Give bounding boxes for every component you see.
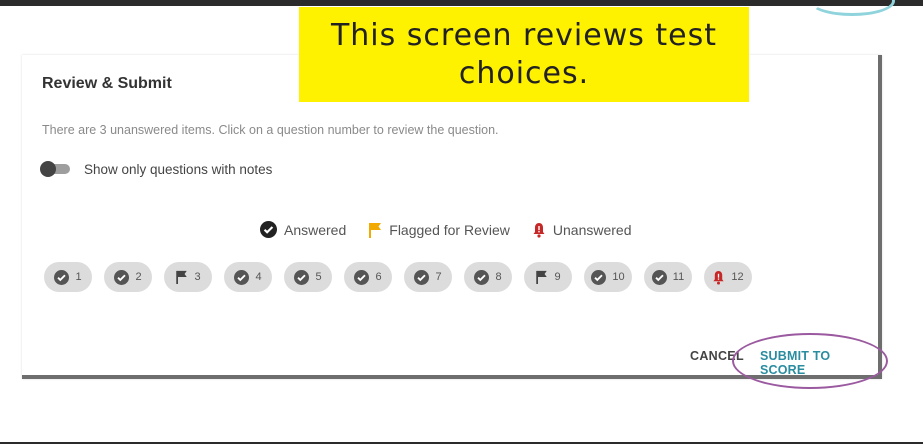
check-circle-icon (414, 269, 430, 285)
annotation-callout: This screen reviews test choices. (299, 7, 749, 102)
question-chip[interactable]: 2 (104, 262, 152, 292)
question-number: 1 (75, 271, 82, 283)
notes-toggle-label: Show only questions with notes (84, 161, 273, 177)
legend-flagged: Flagged for Review (368, 222, 510, 238)
question-number: 5 (315, 271, 322, 283)
question-number: 10 (612, 271, 625, 283)
check-circle-icon (474, 269, 490, 285)
legend-flagged-label: Flagged for Review (389, 221, 510, 238)
notes-filter-row: Show only questions with notes (40, 161, 272, 177)
question-number: 6 (375, 271, 382, 283)
question-chip[interactable]: 8 (464, 262, 512, 292)
alert-bell-icon (712, 270, 725, 285)
corner-decoration (809, 0, 895, 16)
question-chip[interactable]: 1 (44, 262, 92, 292)
top-divider (0, 0, 923, 6)
check-circle-icon (354, 269, 370, 285)
question-number: 4 (255, 271, 262, 283)
legend-answered-label: Answered (284, 221, 347, 238)
question-number: 12 (731, 271, 744, 283)
legend-unanswered-label: Unanswered (552, 221, 632, 238)
callout-line-1: This screen reviews test (330, 17, 718, 53)
check-circle-icon (234, 269, 250, 285)
question-chip[interactable]: 11 (644, 262, 692, 292)
question-chip[interactable]: 6 (344, 262, 392, 292)
check-circle-icon (114, 269, 130, 285)
question-chip[interactable]: 4 (224, 262, 272, 292)
legend-answered: Answered (260, 221, 346, 238)
question-chip[interactable]: 7 (404, 262, 452, 292)
question-number: 3 (194, 271, 201, 283)
question-chip[interactable]: 10 (584, 262, 632, 292)
legend-unanswered: Unanswered (532, 222, 632, 238)
question-chip[interactable]: 9 (524, 262, 572, 292)
check-circle-icon (54, 269, 70, 285)
question-chip[interactable]: 3 (164, 262, 212, 292)
notes-toggle-switch[interactable] (40, 161, 72, 177)
toggle-thumb (40, 161, 56, 177)
question-number: 9 (554, 271, 561, 283)
question-navigator: 1 2 3 4 5 6 7 8 9 10 11 12 (44, 262, 764, 292)
check-circle-icon (260, 221, 277, 238)
check-circle-icon (591, 269, 607, 285)
status-legend: Answered Flagged for Review Unanswered (260, 221, 654, 238)
check-circle-icon (294, 269, 310, 285)
question-number: 7 (435, 271, 442, 283)
flag-icon (368, 222, 382, 238)
review-submit-dialog: Review & Submit There are 3 unanswered i… (22, 55, 888, 389)
callout-line-2: choices. (458, 55, 590, 91)
flag-icon (175, 270, 188, 284)
alert-bell-icon (532, 222, 546, 238)
check-circle-icon (651, 269, 667, 285)
question-chip[interactable]: 5 (284, 262, 332, 292)
question-number: 2 (135, 271, 142, 283)
flag-icon (535, 270, 548, 284)
question-number: 11 (672, 271, 685, 283)
question-number: 8 (495, 271, 502, 283)
question-chip[interactable]: 12 (704, 262, 752, 292)
dialog-title: Review & Submit (42, 75, 172, 92)
submit-to-score-button[interactable]: SUBMIT TO SCORE (760, 349, 878, 377)
unanswered-info-text: There are 3 unanswered items. Click on a… (42, 123, 499, 137)
cancel-button[interactable]: CANCEL (690, 349, 744, 363)
